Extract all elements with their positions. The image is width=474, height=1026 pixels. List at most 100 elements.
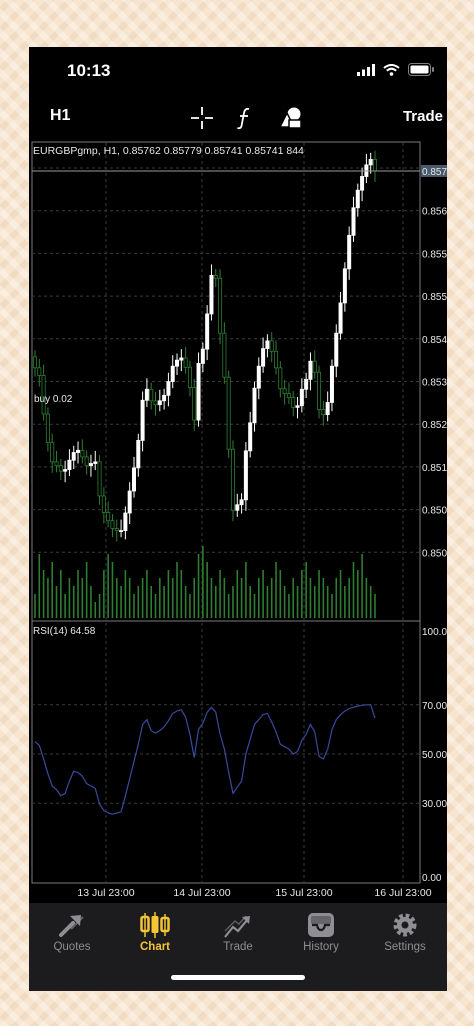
candle-body (338, 302, 343, 334)
rsi-axis-label: 30.00 (422, 799, 447, 810)
chart-canvas[interactable]: 0.857 0.856 0.855 0.855 0.854 0.853 0.852 0.851… (29, 141, 447, 903)
candle-body (230, 448, 235, 511)
tab-quotes[interactable]: Quotes (30, 903, 114, 963)
rsi-label: RSI(14) 64.58 (33, 626, 96, 637)
candle-body (218, 277, 223, 334)
candle-body (144, 388, 149, 401)
status-time: 10:13 (67, 61, 111, 80)
candle-body (37, 367, 42, 376)
candle-body (45, 413, 50, 444)
candle-body (235, 504, 240, 511)
function-icon (237, 107, 250, 130)
candle-body (54, 461, 59, 467)
battery-icon (408, 63, 434, 76)
candle-body (304, 378, 309, 390)
candle-body (67, 459, 72, 470)
tab-settings[interactable]: Settings (363, 903, 447, 963)
candle-body (175, 359, 180, 367)
chart-area[interactable]: 0.857 0.856 0.855 0.855 0.854 0.853 0.852 0.851… (29, 141, 447, 903)
crosshair-button[interactable] (189, 105, 215, 131)
cellular-signal-icon (357, 63, 375, 76)
candle-body (317, 371, 322, 411)
candle-body (308, 360, 313, 380)
candle-body (295, 405, 300, 408)
candle-body (149, 388, 154, 402)
candle-body (269, 340, 274, 352)
candle-body (278, 367, 283, 390)
home-indicator (171, 975, 305, 980)
rsi-axis-label: 0.00 (422, 873, 442, 884)
candle-body (239, 499, 244, 506)
rsi-axis-label: 70.00 (422, 701, 447, 712)
tab-chart[interactable]: Chart (113, 903, 197, 963)
timeframe-button[interactable]: H1 (50, 107, 70, 125)
candle-body (63, 469, 68, 472)
time-axis-label: 14 Jul 23:00 (173, 887, 230, 899)
wifi-icon (383, 63, 400, 76)
candle-body (329, 365, 334, 403)
candle-body (252, 387, 257, 424)
candle-body (299, 388, 304, 407)
objects-button[interactable] (278, 105, 304, 131)
candle-body (226, 376, 231, 450)
candle-body (248, 422, 253, 452)
candle-body (123, 512, 128, 532)
candle-body (58, 465, 63, 472)
symbol-info: EURGBPgmp, H1, 0.85762 0.85779 0.85741 0… (33, 145, 304, 157)
candle-body (334, 332, 339, 367)
settings-icon (393, 913, 417, 937)
candle-body (372, 158, 377, 172)
candle-body (196, 363, 201, 421)
candle-body (187, 366, 192, 389)
candle-body (355, 189, 360, 209)
tab-history[interactable]: History (279, 903, 363, 963)
tab-chart-label: Chart (139, 941, 171, 953)
status-bar: 10:13 (29, 47, 447, 97)
shapes-icon (278, 107, 302, 129)
candle-body (265, 340, 270, 349)
position-label: buy 0.02 (34, 394, 73, 405)
price-axis-label: 0.850 (422, 506, 447, 517)
candle-body (282, 388, 287, 395)
candle-body (50, 442, 55, 463)
tab-history-label: History (303, 941, 339, 953)
candle-body (291, 397, 296, 408)
rsi-axis-label: 50.00 (422, 750, 447, 761)
candle-body (213, 275, 218, 279)
candle-body (325, 402, 330, 415)
tab-trade-label: Trade (223, 941, 253, 953)
candle-body (88, 463, 93, 467)
candle-body (205, 313, 210, 350)
price-axis-label: 0.852 (422, 420, 447, 431)
candle-body (97, 461, 102, 497)
candle-body (222, 332, 227, 378)
candle-body (119, 530, 124, 533)
history-icon (308, 913, 334, 937)
indicators-button[interactable] (232, 105, 258, 131)
candle-body (166, 381, 171, 396)
price-axis-label: 0.855 (422, 292, 447, 303)
chart-toolbar: H1 Trade (29, 97, 447, 139)
time-axis-label: 15 Jul 23:00 (275, 887, 332, 899)
candle-body (286, 393, 291, 398)
candle-body (200, 348, 205, 364)
candle-body (183, 357, 188, 368)
candle-body (243, 450, 248, 501)
candle-body (360, 176, 365, 191)
tab-trade[interactable]: Trade (196, 903, 280, 963)
price-axis-label: 0.853 (422, 378, 447, 389)
rsi-line (34, 704, 376, 815)
candle-body (179, 357, 184, 361)
trade-button[interactable]: Trade (403, 108, 443, 125)
phone-screen: 10:13 H1 Trade 0.856 0.855 0.855 0.854 0… (29, 47, 447, 991)
trade-icon (224, 915, 250, 938)
candle-body (110, 520, 115, 529)
tab-settings-label: Settings (384, 941, 426, 953)
candle-body (312, 360, 317, 373)
candle-body (84, 456, 89, 467)
status-icons (357, 63, 435, 76)
time-axis-label: 16 Jul 23:00 (374, 887, 431, 899)
candle-body (351, 207, 356, 236)
price-axis-label: 0.856 (422, 207, 447, 218)
candle-body (106, 512, 111, 522)
